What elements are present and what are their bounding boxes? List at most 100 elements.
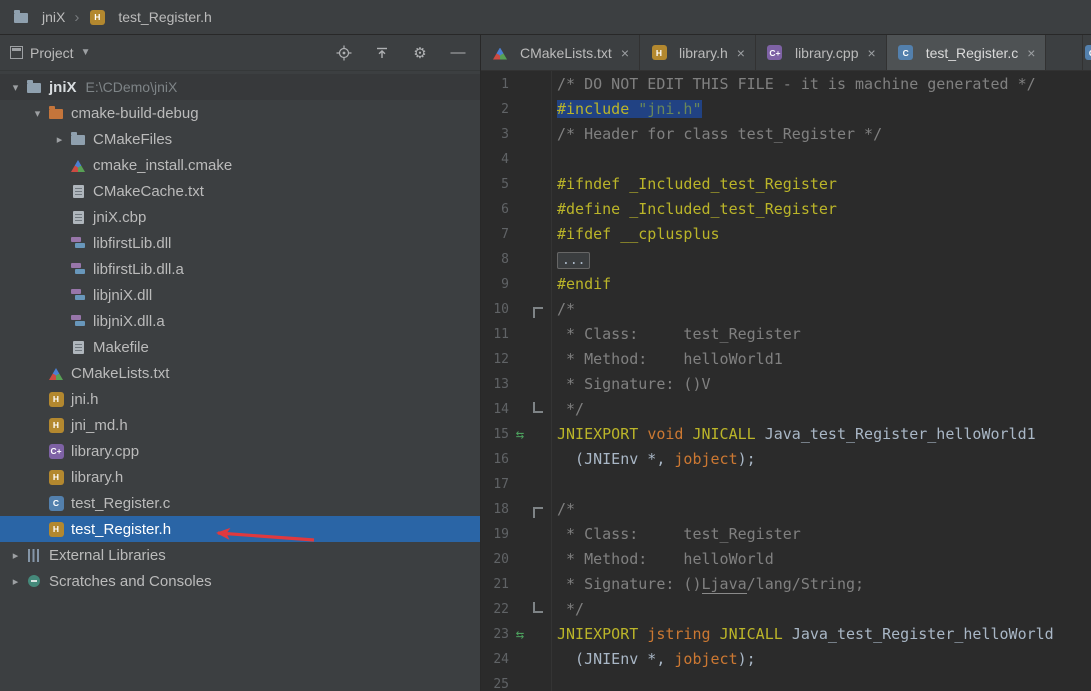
line-number: 5: [501, 177, 509, 192]
lib-icon: [69, 235, 87, 251]
line-number: 15: [493, 427, 509, 442]
tab-cmakelists-txt[interactable]: CMakeLists.txt ×: [481, 35, 640, 70]
code-text: /*: [545, 497, 575, 522]
code-line-15[interactable]: 15 ⇆ JNIEXPORT void JNICALL Java_test_Regi…: [481, 422, 1091, 447]
chevron-right-icon[interactable]: ▸: [6, 549, 25, 562]
settings-gear-icon[interactable]: ⚙: [412, 45, 428, 62]
code-text: * Class: test_Register: [545, 522, 801, 547]
fold-start-icon[interactable]: [533, 507, 543, 518]
tree-item-libfirstlib-dll[interactable]: libfirstLib.dll: [0, 230, 480, 256]
code-line-8[interactable]: 8...: [481, 247, 1091, 272]
fold-start-icon[interactable]: [533, 307, 543, 318]
code-line-21[interactable]: 21 * Signature: ()Ljava/lang/String;: [481, 572, 1091, 597]
tree-item-cmakefiles[interactable]: ▸ CMakeFiles: [0, 126, 480, 152]
chevron-right-icon[interactable]: ▸: [6, 575, 25, 588]
tree-item-library-h[interactable]: Hlibrary.h: [0, 464, 480, 490]
code-text: (JNIEnv *, jobject);: [545, 447, 756, 472]
close-tab-icon[interactable]: ×: [1027, 45, 1035, 61]
tree-item-scratches-and-consoles[interactable]: ▸ Scratches and Consoles: [0, 568, 480, 594]
tree-item-cmake-build-debug[interactable]: ▾ cmake-build-debug: [0, 100, 480, 126]
close-tab-icon[interactable]: ×: [737, 45, 745, 61]
line-number: 13: [493, 377, 509, 392]
code-line-17[interactable]: 17: [481, 472, 1091, 497]
code-token: #endif: [557, 275, 612, 293]
code-line-1[interactable]: 1 /* DO NOT EDIT THIS FILE - it is machin…: [481, 72, 1091, 97]
tab-library-h[interactable]: Hlibrary.h ×: [640, 35, 756, 70]
code-token: * Class: test_Register: [557, 525, 801, 543]
tree-item-jni-h[interactable]: Hjni.h: [0, 386, 480, 412]
line-number: 17: [493, 477, 509, 492]
fold-end-icon[interactable]: [533, 602, 543, 613]
code-line-23[interactable]: 23 ⇆ JNIEXPORT jstring JNICALL Java_test_R…: [481, 622, 1091, 647]
chevron-down-icon[interactable]: ▾: [6, 81, 25, 94]
code-line-13[interactable]: 13 * Signature: ()V: [481, 372, 1091, 397]
tab-partial-hidden[interactable]: C: [1082, 35, 1091, 70]
code-line-10[interactable]: 10 /*: [481, 297, 1091, 322]
line-number: 21: [493, 577, 509, 592]
tree-item-libjnix-dll-a[interactable]: libjniX.dll.a: [0, 308, 480, 334]
tab-test-register-c[interactable]: Ctest_Register.c ×: [886, 35, 1047, 70]
code-line-11[interactable]: 11 * Class: test_Register: [481, 322, 1091, 347]
code-line-6[interactable]: 6 #define _Included_test_Register: [481, 197, 1091, 222]
code-token: /* DO NOT EDIT THIS FILE - it is machine…: [557, 75, 1036, 93]
text-selection: #include "jni.h": [557, 100, 702, 118]
line-number: 6: [501, 202, 509, 217]
code-line-12[interactable]: 12 * Method: helloWorld1: [481, 347, 1091, 372]
tab-library-cpp[interactable]: C+ library.cpp ×: [756, 35, 887, 70]
code-line-2[interactable]: 2 #include "jni.h": [481, 97, 1091, 122]
code-line-20[interactable]: 20 * Method: helloWorld: [481, 547, 1091, 572]
code-line-4[interactable]: 4: [481, 147, 1091, 172]
code-line-25[interactable]: 25: [481, 672, 1091, 691]
tree-item-label: CMakeLists.txt: [71, 364, 170, 382]
code-line-3[interactable]: 3 /* Header for class test_Register */: [481, 122, 1091, 147]
code-text: /*: [545, 297, 575, 322]
code-line-22[interactable]: 22 */: [481, 597, 1091, 622]
chevron-down-icon[interactable]: ▾: [28, 107, 47, 120]
tree-item-cmakelists-txt[interactable]: CMakeLists.txt: [0, 360, 480, 386]
tree-item-external-libraries[interactable]: ▸ External Libraries: [0, 542, 480, 568]
code-line-18[interactable]: 18 /*: [481, 497, 1091, 522]
locate-file-icon[interactable]: [336, 45, 352, 61]
code-text: JNIEXPORT jstring JNICALL Java_test_Regi…: [545, 622, 1054, 647]
tree-item-jnix[interactable]: ▾ jniX E:\CDemo\jniX: [0, 74, 480, 100]
code-line-16[interactable]: 16 (JNIEnv *, jobject);: [481, 447, 1091, 472]
implemented-marker-icon[interactable]: ⇆: [516, 627, 524, 643]
line-number: 16: [493, 452, 509, 467]
code-line-14[interactable]: 14 */: [481, 397, 1091, 422]
line-number: 20: [493, 552, 509, 567]
folded-region[interactable]: ...: [557, 252, 591, 269]
close-tab-icon[interactable]: ×: [621, 45, 629, 61]
implemented-marker-icon[interactable]: ⇆: [516, 427, 524, 443]
tree-item-jni-md-h[interactable]: Hjni_md.h: [0, 412, 480, 438]
tree-item-cmakecache-txt[interactable]: CMakeCache.txt: [0, 178, 480, 204]
code-line-7[interactable]: 7 #ifdef __cplusplus: [481, 222, 1091, 247]
code-line-9[interactable]: 9 #endif: [481, 272, 1091, 297]
breadcrumb-file[interactable]: test_Register.h: [118, 9, 211, 25]
project-view-selector[interactable]: Project ▼: [10, 45, 90, 61]
hide-panel-icon[interactable]: —: [450, 44, 466, 61]
tree-item-test-register-c[interactable]: Ctest_Register.c: [0, 490, 480, 516]
tree-item-libjnix-dll[interactable]: libjniX.dll: [0, 282, 480, 308]
tree-item-makefile[interactable]: Makefile: [0, 334, 480, 360]
chevron-right-icon[interactable]: ▸: [50, 133, 69, 146]
collapse-all-icon[interactable]: [374, 45, 390, 61]
tree-item-libfirstlib-dll-a[interactable]: libfirstLib.dll.a: [0, 256, 480, 282]
code-line-24[interactable]: 24 (JNIEnv *, jobject);: [481, 647, 1091, 672]
tree-item-cmake-install-cmake[interactable]: cmake_install.cmake: [0, 152, 480, 178]
fold-end-icon[interactable]: [533, 402, 543, 413]
line-number: 25: [493, 677, 509, 691]
code-line-19[interactable]: 19 * Class: test_Register: [481, 522, 1091, 547]
tree-item-label: library.h: [71, 468, 124, 486]
editor-code[interactable]: 1 /* DO NOT EDIT THIS FILE - it is machin…: [481, 71, 1091, 691]
tree-item-test-register-h[interactable]: Htest_Register.h: [0, 516, 480, 542]
tree-item-jnix-cbp[interactable]: jniX.cbp: [0, 204, 480, 230]
cpp-icon: C+: [47, 443, 65, 459]
breadcrumb-project[interactable]: jniX: [42, 9, 65, 25]
h-icon: H: [47, 521, 65, 537]
tree-item-library-cpp[interactable]: C+ library.cpp: [0, 438, 480, 464]
tree-item-label: CMakeCache.txt: [93, 182, 204, 200]
code-line-5[interactable]: 5 #ifndef _Included_test_Register: [481, 172, 1091, 197]
close-tab-icon[interactable]: ×: [868, 45, 876, 61]
tree-item-label: External Libraries: [49, 546, 166, 564]
